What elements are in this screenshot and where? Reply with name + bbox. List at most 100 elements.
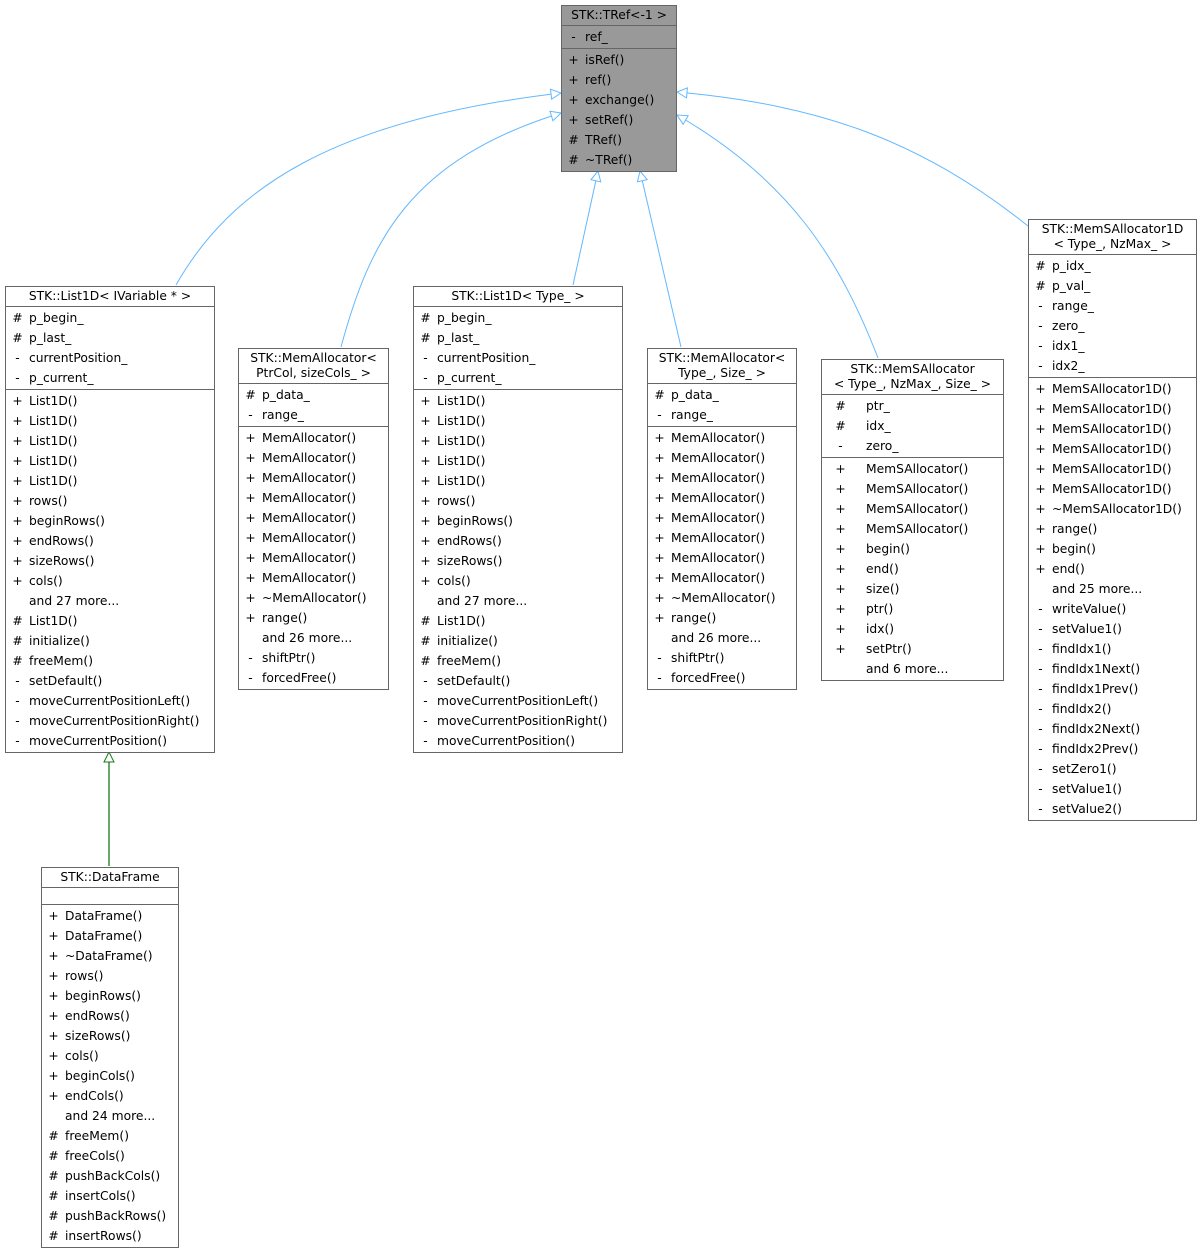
method-row[interactable]: + rows() bbox=[42, 966, 178, 986]
method-row[interactable]: + ref() bbox=[562, 70, 676, 90]
method-row[interactable]: - moveCurrentPosition() bbox=[6, 731, 214, 751]
method-row[interactable]: # freeCols() bbox=[42, 1146, 178, 1166]
method-row[interactable]: + rows() bbox=[6, 491, 214, 511]
method-row[interactable]: + MemSAllocator() bbox=[822, 499, 1003, 519]
method-row[interactable]: + MemAllocator() bbox=[648, 428, 796, 448]
method-row[interactable]: + sizeRows() bbox=[42, 1026, 178, 1046]
method-row[interactable]: # pushBackRows() bbox=[42, 1206, 178, 1226]
class-dataframe[interactable]: STK::DataFrame + DataFrame() + DataFrame() + ~… bbox=[41, 867, 179, 1248]
method-row[interactable]: # List1D() bbox=[6, 611, 214, 631]
method-row[interactable]: - moveCurrentPositionRight() bbox=[6, 711, 214, 731]
method-row[interactable]: + List1D() bbox=[414, 431, 622, 451]
method-row[interactable]: - shiftPtr() bbox=[648, 648, 796, 668]
method-row[interactable]: + endCols() bbox=[42, 1086, 178, 1106]
method-row[interactable]: # freeMem() bbox=[42, 1126, 178, 1146]
method-row[interactable]: + DataFrame() bbox=[42, 926, 178, 946]
method-row[interactable]: # insertRows() bbox=[42, 1226, 178, 1246]
method-row[interactable]: + beginRows() bbox=[42, 986, 178, 1006]
attribute-row[interactable]: - zero_ bbox=[1029, 316, 1196, 336]
method-row[interactable]: - moveCurrentPositionLeft() bbox=[6, 691, 214, 711]
method-row[interactable]: + List1D() bbox=[414, 391, 622, 411]
method-row[interactable]: # ~TRef() bbox=[562, 150, 676, 170]
attribute-row[interactable]: # p_val_ bbox=[1029, 276, 1196, 296]
attribute-row[interactable]: # p_last_ bbox=[414, 328, 622, 348]
method-row[interactable]: + MemAllocator() bbox=[239, 508, 388, 528]
method-row[interactable]: # freeMem() bbox=[414, 651, 622, 671]
method-row[interactable]: + sizeRows() bbox=[6, 551, 214, 571]
method-row[interactable]: + exchange() bbox=[562, 90, 676, 110]
method-row[interactable]: - findIdx1Next() bbox=[1029, 659, 1196, 679]
method-row[interactable]: + setRef() bbox=[562, 110, 676, 130]
method-row[interactable]: + endRows() bbox=[6, 531, 214, 551]
attribute-row[interactable]: - currentPosition_ bbox=[414, 348, 622, 368]
method-row[interactable]: and 27 more... bbox=[6, 591, 214, 611]
class-memsallocator1d[interactable]: STK::MemSAllocator1D < Type_, NzMax_ > # p_… bbox=[1028, 219, 1197, 821]
method-row[interactable]: + MemSAllocator1D() bbox=[1029, 479, 1196, 499]
method-row[interactable]: and 25 more... bbox=[1029, 579, 1196, 599]
method-row[interactable]: + MemSAllocator() bbox=[822, 459, 1003, 479]
attribute-row[interactable]: # p_data_ bbox=[239, 385, 388, 405]
method-row[interactable]: + MemAllocator() bbox=[648, 448, 796, 468]
method-row[interactable]: + List1D() bbox=[414, 451, 622, 471]
class-memsallocator[interactable]: STK::MemSAllocator < Type_, NzMax_, Size_… bbox=[821, 359, 1004, 681]
method-row[interactable]: # freeMem() bbox=[6, 651, 214, 671]
method-row[interactable]: + begin() bbox=[1029, 539, 1196, 559]
attribute-row[interactable]: - zero_ bbox=[822, 436, 1003, 456]
method-row[interactable]: - findIdx2Next() bbox=[1029, 719, 1196, 739]
method-row[interactable]: + cols() bbox=[414, 571, 622, 591]
method-row[interactable]: - setZero1() bbox=[1029, 759, 1196, 779]
method-row[interactable]: + MemAllocator() bbox=[239, 568, 388, 588]
attribute-row[interactable]: # p_begin_ bbox=[414, 308, 622, 328]
method-row[interactable]: + MemSAllocator1D() bbox=[1029, 379, 1196, 399]
attribute-row[interactable]: # p_begin_ bbox=[6, 308, 214, 328]
method-row[interactable]: + range() bbox=[239, 608, 388, 628]
method-row[interactable]: - shiftPtr() bbox=[239, 648, 388, 668]
method-row[interactable]: + ~MemSAllocator1D() bbox=[1029, 499, 1196, 519]
method-row[interactable]: + MemAllocator() bbox=[239, 468, 388, 488]
method-row[interactable]: # initialize() bbox=[414, 631, 622, 651]
class-memallocator-type[interactable]: STK::MemAllocator< Type_, Size_ > # p_data_… bbox=[647, 348, 797, 690]
attribute-row[interactable]: - ref_ bbox=[562, 27, 676, 47]
class-memallocator-ptrcol[interactable]: STK::MemAllocator< PtrCol, sizeCols_ > # p_… bbox=[238, 348, 389, 690]
method-row[interactable]: - setDefault() bbox=[6, 671, 214, 691]
method-row[interactable]: + setPtr() bbox=[822, 639, 1003, 659]
method-row[interactable]: - findIdx2() bbox=[1029, 699, 1196, 719]
method-row[interactable]: - setValue1() bbox=[1029, 779, 1196, 799]
method-row[interactable]: + MemSAllocator() bbox=[822, 479, 1003, 499]
method-row[interactable]: - writeValue() bbox=[1029, 599, 1196, 619]
method-row[interactable]: + range() bbox=[1029, 519, 1196, 539]
method-row[interactable]: + MemAllocator() bbox=[648, 568, 796, 588]
method-row[interactable]: - setValue2() bbox=[1029, 799, 1196, 819]
method-row[interactable]: + MemAllocator() bbox=[239, 548, 388, 568]
attribute-row[interactable]: - p_current_ bbox=[6, 368, 214, 388]
method-row[interactable]: + idx() bbox=[822, 619, 1003, 639]
method-row[interactable]: + List1D() bbox=[414, 471, 622, 491]
method-row[interactable]: + MemAllocator() bbox=[239, 448, 388, 468]
attribute-row[interactable]: - currentPosition_ bbox=[6, 348, 214, 368]
class-tref[interactable]: STK::TRef<-1 > - ref_ + isRef() + ref() + exchan… bbox=[561, 5, 677, 172]
attribute-row[interactable]: # ptr_ bbox=[822, 396, 1003, 416]
method-row[interactable]: and 26 more... bbox=[648, 628, 796, 648]
method-row[interactable]: and 26 more... bbox=[239, 628, 388, 648]
method-row[interactable]: + beginRows() bbox=[414, 511, 622, 531]
attribute-row[interactable]: # p_idx_ bbox=[1029, 256, 1196, 276]
attribute-row[interactable]: # p_data_ bbox=[648, 385, 796, 405]
method-row[interactable]: # insertCols() bbox=[42, 1186, 178, 1206]
method-row[interactable]: - moveCurrentPositionRight() bbox=[414, 711, 622, 731]
method-row[interactable]: + size() bbox=[822, 579, 1003, 599]
method-row[interactable]: - setValue1() bbox=[1029, 619, 1196, 639]
method-row[interactable]: + List1D() bbox=[6, 451, 214, 471]
method-row[interactable]: + MemAllocator() bbox=[239, 488, 388, 508]
method-row[interactable]: + DataFrame() bbox=[42, 906, 178, 926]
method-row[interactable]: # TRef() bbox=[562, 130, 676, 150]
class-list1d-type[interactable]: STK::List1D< Type_ > # p_begin_ # p_last_ - cu… bbox=[413, 286, 623, 753]
method-row[interactable]: + endRows() bbox=[414, 531, 622, 551]
method-row[interactable]: - forcedFree() bbox=[648, 668, 796, 688]
attribute-row[interactable]: - idx2_ bbox=[1029, 356, 1196, 376]
method-row[interactable]: + ~DataFrame() bbox=[42, 946, 178, 966]
method-row[interactable]: + endRows() bbox=[42, 1006, 178, 1026]
method-row[interactable]: - forcedFree() bbox=[239, 668, 388, 688]
method-row[interactable]: + MemAllocator() bbox=[239, 428, 388, 448]
method-row[interactable]: + List1D() bbox=[6, 431, 214, 451]
class-list1d-ivariable[interactable]: STK::List1D< IVariable * > # p_begin_ # p_la… bbox=[5, 286, 215, 753]
